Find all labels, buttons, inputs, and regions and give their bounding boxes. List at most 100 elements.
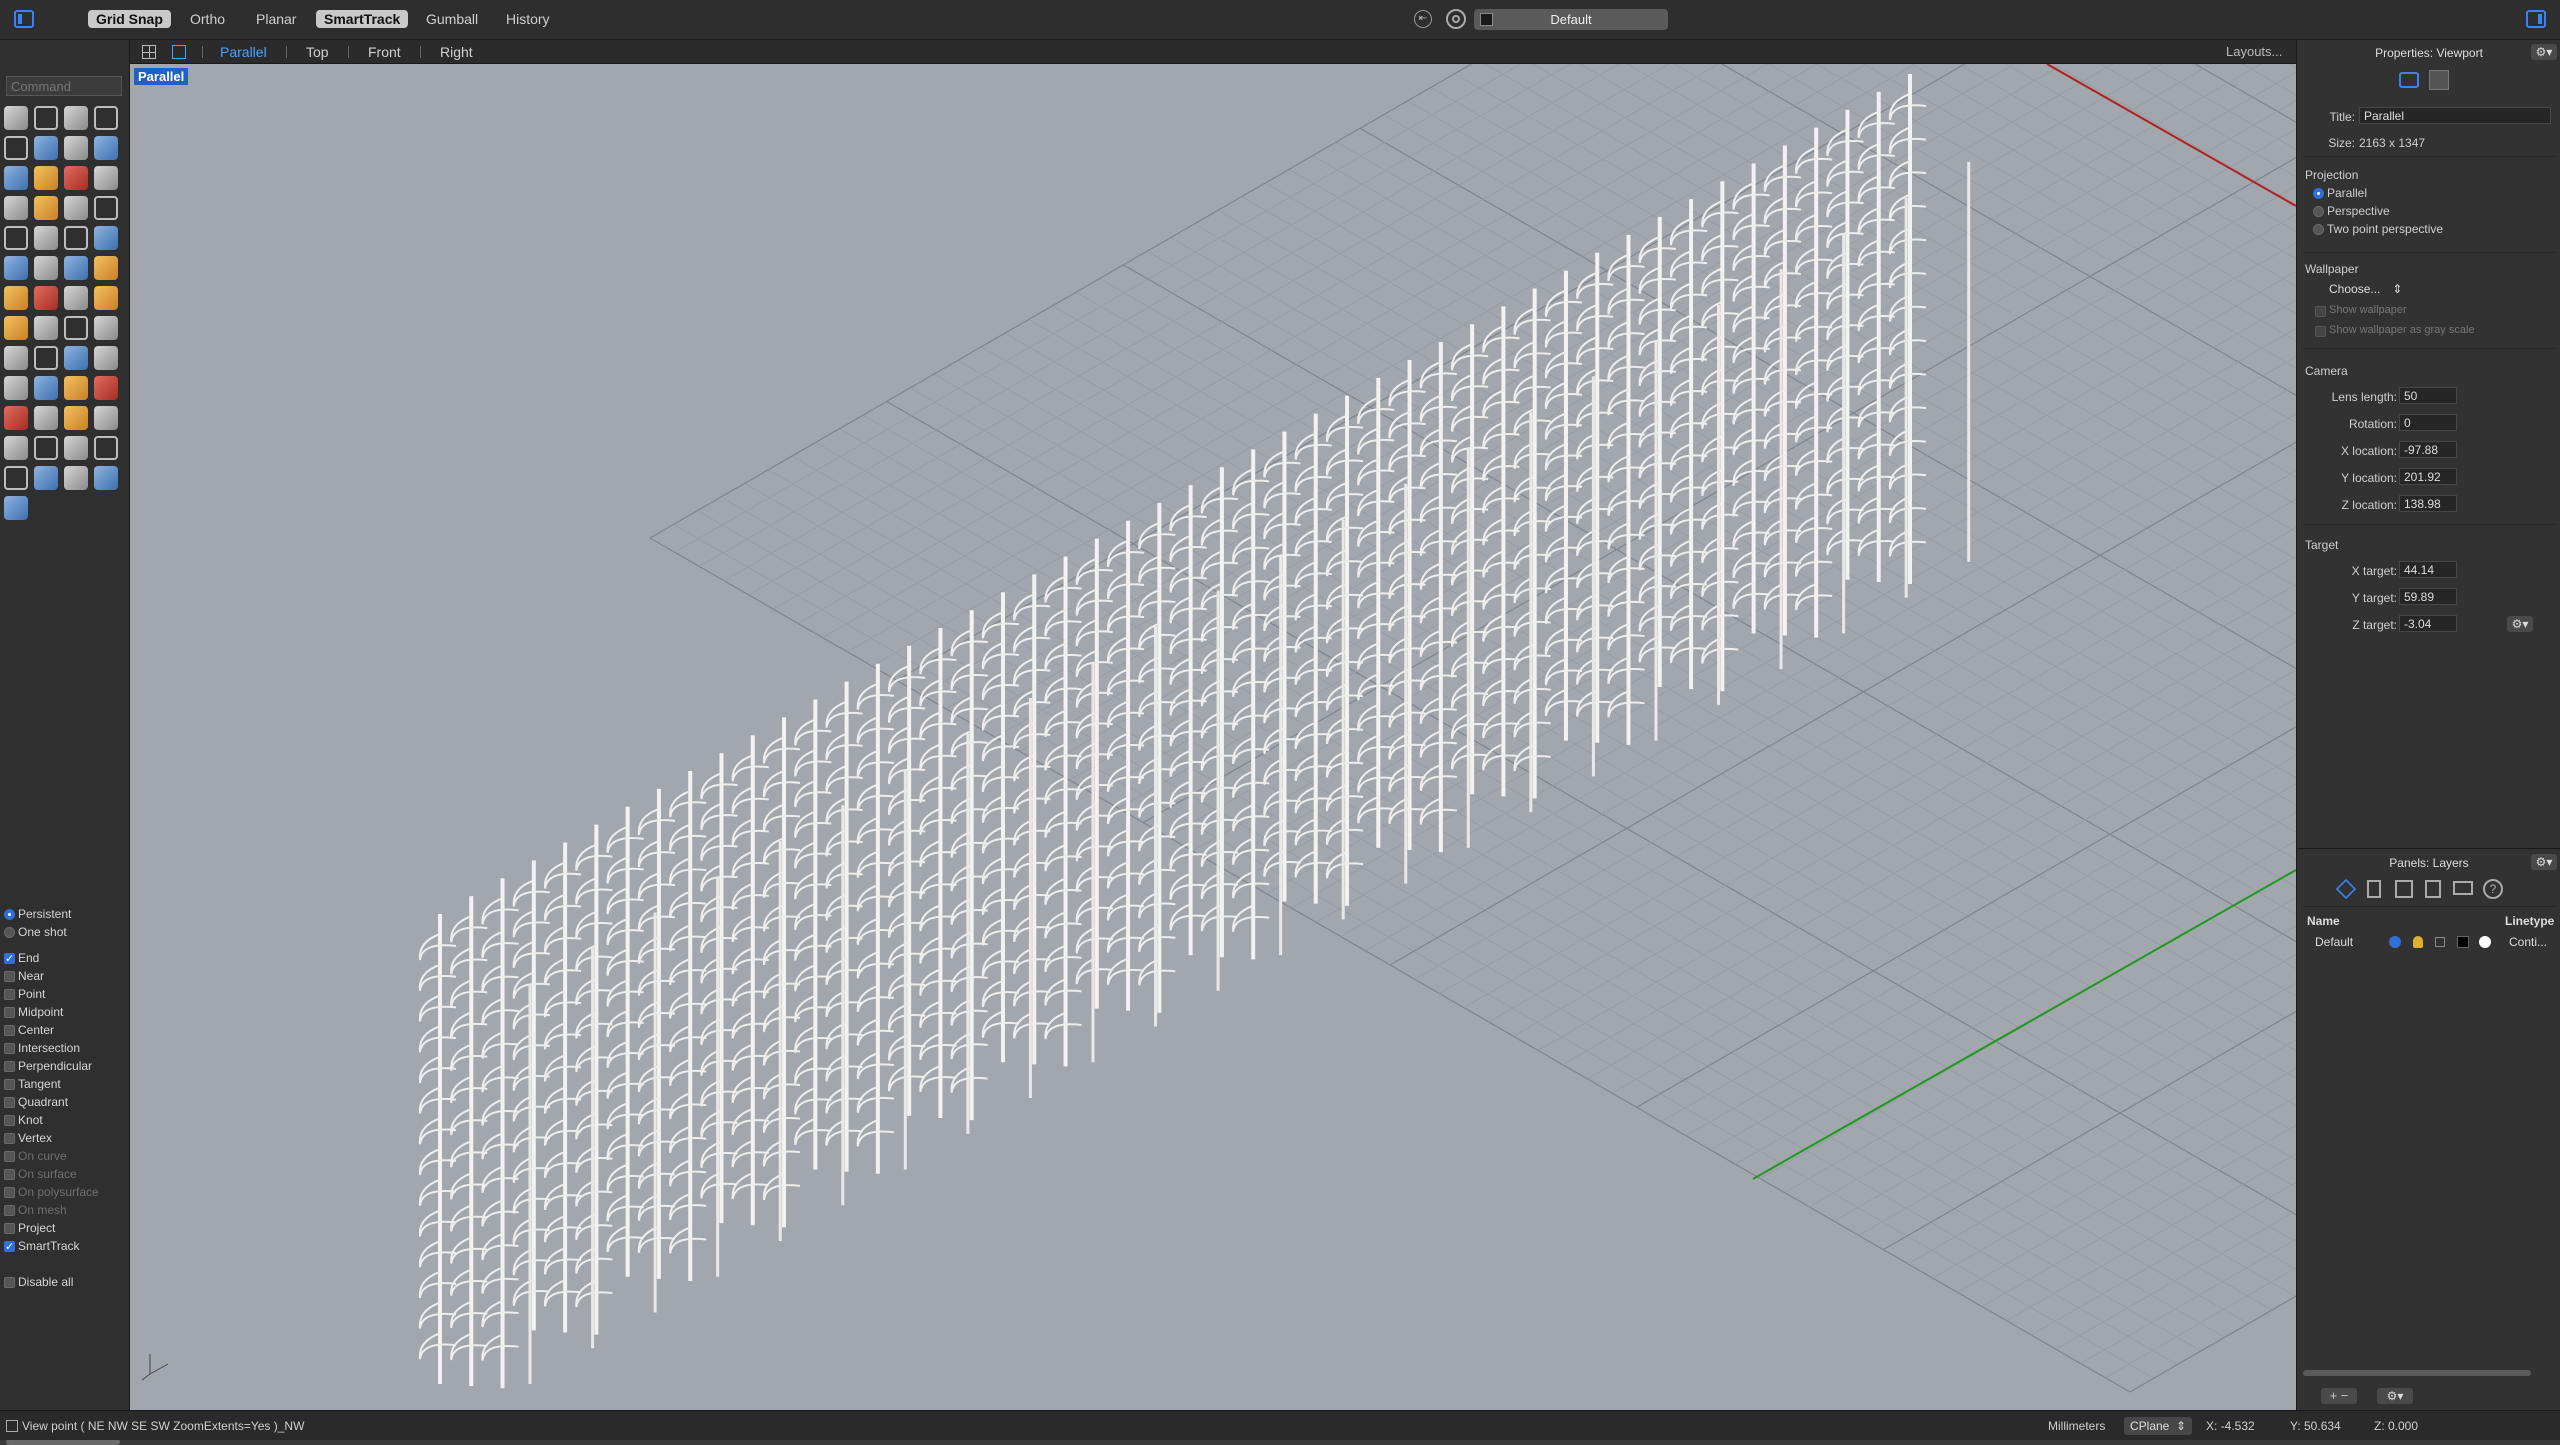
projection-perspective[interactable]: Perspective	[2313, 204, 2390, 218]
osnap-point[interactable]: Point	[4, 985, 45, 1003]
zoom-extents-icon[interactable]	[64, 376, 88, 400]
osnap-quadrant[interactable]: Quadrant	[4, 1093, 68, 1111]
osnap-midpoint[interactable]: Midpoint	[4, 1003, 63, 1021]
zoom-window-icon[interactable]	[34, 376, 58, 400]
target-gear-icon[interactable]: ⚙▾	[2507, 616, 2533, 632]
layers-col-linetype[interactable]: Linetype	[2505, 914, 2554, 928]
osnap-tangent[interactable]: Tangent	[4, 1075, 61, 1093]
cap-icon[interactable]	[94, 346, 118, 370]
pan-icon[interactable]	[94, 376, 118, 400]
layers-scrollbar[interactable]	[2303, 1370, 2531, 1376]
ellipse-icon[interactable]	[34, 136, 58, 160]
y-target-field[interactable]	[2399, 588, 2457, 605]
right-panel-toggle-icon[interactable]	[2526, 10, 2546, 28]
history-toggle[interactable]: History	[498, 10, 558, 28]
cube-icon[interactable]	[2395, 880, 2413, 898]
surface-icon[interactable]	[94, 196, 118, 220]
z-location-field[interactable]	[2399, 495, 2457, 512]
dimension-icon[interactable]	[4, 256, 28, 280]
wallpaper-choose-select[interactable]: Choose... ⇕	[2329, 282, 2409, 298]
rotation-field[interactable]	[2399, 414, 2457, 431]
osnap-perpendicular[interactable]: Perpendicular	[4, 1057, 92, 1075]
layers-gear-icon[interactable]: ⚙▾	[2531, 854, 2557, 870]
monitor-icon[interactable]	[2453, 881, 2473, 895]
block-icon[interactable]	[2425, 880, 2441, 898]
current-layer-radio-icon[interactable]	[2389, 936, 2401, 948]
display-icon[interactable]	[2429, 70, 2449, 90]
analyze-icon[interactable]	[4, 286, 28, 310]
lock-icon[interactable]	[34, 436, 58, 460]
osnap-disable-all[interactable]: Disable all	[4, 1273, 73, 1291]
curvature-icon[interactable]	[34, 286, 58, 310]
cplane-icon[interactable]	[4, 496, 28, 520]
sphere-icon[interactable]	[34, 196, 58, 220]
point-icon[interactable]	[34, 106, 58, 130]
leader-icon[interactable]	[94, 256, 118, 280]
material-icon[interactable]	[34, 406, 58, 430]
boolean-icon[interactable]	[34, 346, 58, 370]
color-icon[interactable]	[94, 436, 118, 460]
move-icon[interactable]	[64, 226, 88, 250]
filter-icon[interactable]: ⇤	[1414, 10, 1432, 28]
polygon-icon[interactable]	[94, 136, 118, 160]
lightbulb-icon[interactable]	[2413, 936, 2423, 948]
sidebar-toggle-icon[interactable]	[14, 10, 34, 28]
select-icon[interactable]	[4, 106, 28, 130]
osnap-persistent[interactable]: Persistent	[4, 905, 71, 923]
circle-icon[interactable]	[4, 136, 28, 160]
current-layer-selector[interactable]: Default	[1474, 9, 1668, 30]
osnap-near[interactable]: Near	[4, 967, 44, 985]
lens-length-field[interactable]	[2399, 387, 2457, 404]
tab-top[interactable]: Top	[306, 43, 329, 61]
join-icon[interactable]	[64, 316, 88, 340]
osnap-one-shot[interactable]: One shot	[4, 923, 67, 941]
tab-parallel[interactable]: Parallel	[220, 43, 267, 61]
fillet-icon[interactable]	[4, 166, 28, 190]
explode-icon[interactable]	[94, 316, 118, 340]
x-target-field[interactable]	[2399, 561, 2457, 578]
osnap-project[interactable]: Project	[4, 1219, 55, 1237]
osnap-vertex[interactable]: Vertex	[4, 1129, 52, 1147]
ortho-toggle[interactable]: Ortho	[182, 10, 233, 28]
draft-icon[interactable]	[64, 286, 88, 310]
panel-icon[interactable]	[6, 1420, 18, 1432]
tab-front[interactable]: Front	[368, 43, 401, 61]
layer-row[interactable]: Default Conti...	[2297, 932, 2560, 952]
zebra-icon[interactable]	[94, 286, 118, 310]
osnap-smarttrack[interactable]: SmartTrack	[4, 1237, 80, 1256]
x-location-field[interactable]	[2399, 441, 2457, 458]
grid-icon[interactable]	[34, 316, 58, 340]
gear-icon[interactable]: ⚙▾	[2531, 44, 2557, 60]
zoom-icon[interactable]	[4, 376, 28, 400]
render-icon[interactable]	[4, 406, 28, 430]
curve-icon[interactable]	[64, 106, 88, 130]
layouts-button[interactable]: Layouts...	[2226, 43, 2282, 61]
gumball-icon[interactable]	[34, 226, 58, 250]
camera-icon[interactable]	[2399, 72, 2419, 88]
title-field[interactable]	[2359, 107, 2551, 124]
layer-color-icon[interactable]	[2457, 936, 2469, 948]
ghosted-icon[interactable]	[64, 466, 88, 490]
viewport-parallel[interactable]: Parallel	[130, 64, 2296, 1410]
sun-icon[interactable]	[94, 406, 118, 430]
projection-parallel[interactable]: Parallel	[2313, 186, 2367, 200]
command-input[interactable]	[6, 76, 122, 96]
osnap-end[interactable]: End	[4, 949, 39, 968]
help-icon[interactable]: ?	[2483, 879, 2503, 899]
array-icon[interactable]	[4, 316, 28, 340]
text-icon[interactable]	[34, 256, 58, 280]
cplane-select[interactable]: CPlane ⇕	[2124, 1417, 2192, 1435]
units-label[interactable]: Millimeters	[2048, 1419, 2105, 1433]
shade-icon[interactable]	[4, 466, 28, 490]
layers-options-icon[interactable]: ⚙▾	[2377, 1388, 2413, 1404]
y-location-field[interactable]	[2399, 468, 2457, 485]
shell-icon[interactable]	[64, 346, 88, 370]
page-icon[interactable]	[2367, 880, 2381, 898]
box-icon[interactable]	[4, 196, 28, 220]
transform-icon[interactable]	[4, 226, 28, 250]
osnap-center[interactable]: Center	[4, 1021, 54, 1039]
grid-snap-toggle[interactable]: Grid Snap	[88, 10, 171, 28]
smarttrack-toggle[interactable]: SmartTrack	[316, 10, 409, 28]
layer-icon[interactable]	[4, 436, 28, 460]
osnap-knot[interactable]: Knot	[4, 1111, 43, 1129]
